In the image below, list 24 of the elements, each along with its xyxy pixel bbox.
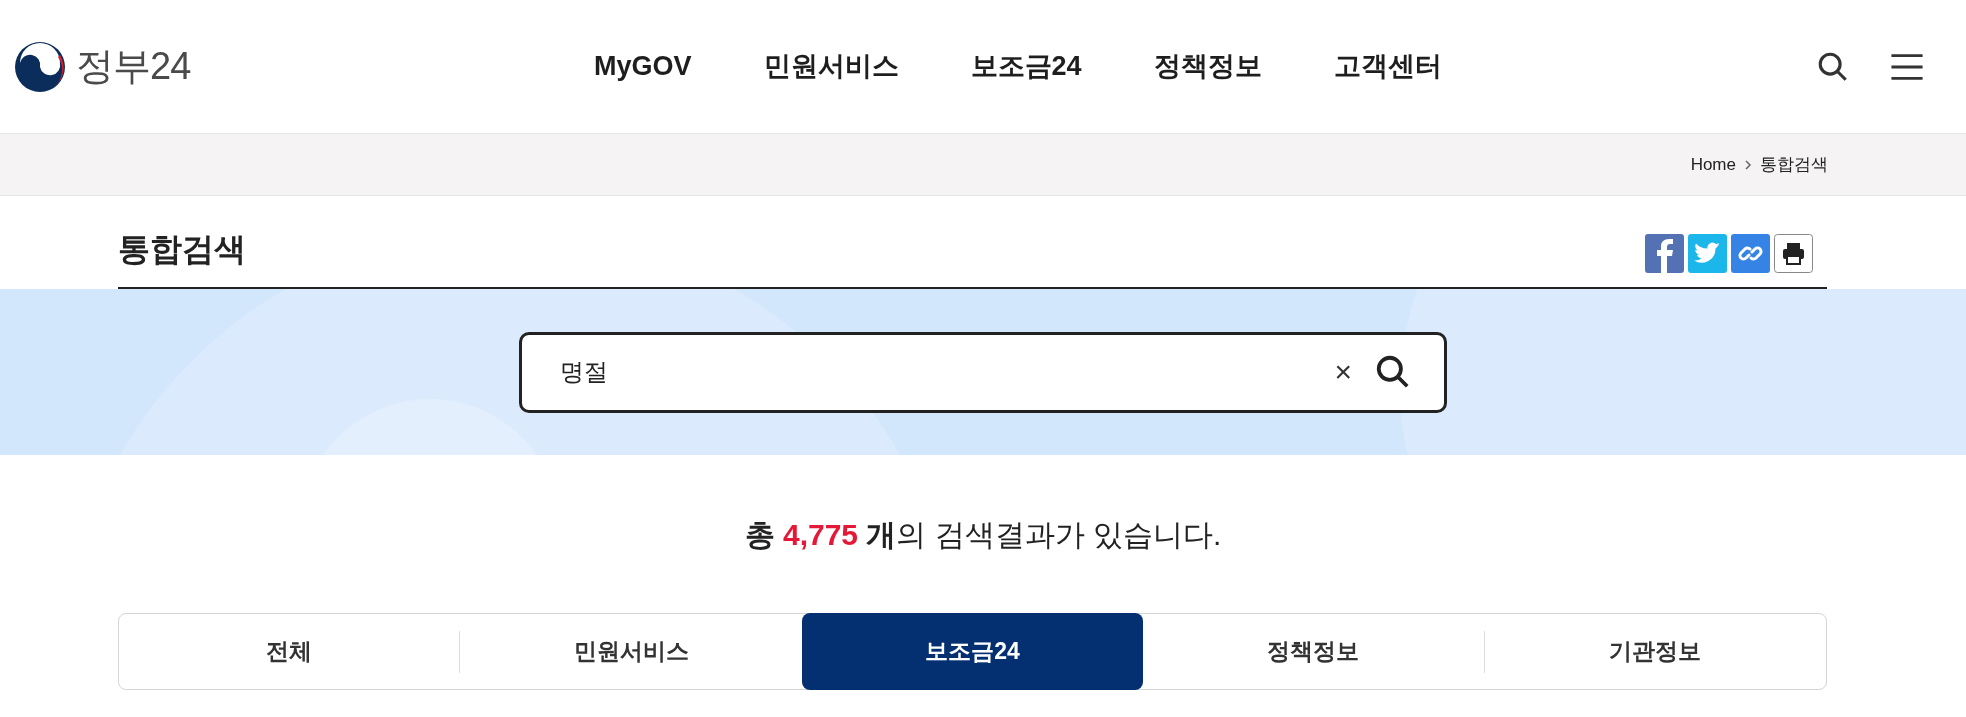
category-tab[interactable]: 기관정보 <box>1484 614 1827 689</box>
breadcrumb-link[interactable]: Home <box>1690 151 1736 178</box>
logo-text[interactable]: 정부24 <box>76 38 191 95</box>
menu-icon[interactable] <box>1890 51 1924 82</box>
category-tab[interactable]: 보조금24 <box>801 613 1144 690</box>
facebook-icon[interactable] <box>1645 234 1684 273</box>
search-field[interactable]: 명절 × <box>519 331 1447 413</box>
link-icon[interactable] <box>1731 234 1770 273</box>
chevron-right-icon <box>1744 158 1752 171</box>
print-icon[interactable] <box>1774 234 1813 273</box>
category-tab[interactable]: 전체 <box>119 614 460 689</box>
breadcrumb-current: 통합검색 <box>1760 153 1828 176</box>
nav-link[interactable]: MyGOV <box>594 46 692 87</box>
clear-button[interactable]: × <box>1334 357 1352 387</box>
category-tab[interactable]: 정책정보 <box>1143 614 1484 689</box>
nav-link[interactable]: 정책정보 <box>1153 46 1262 87</box>
nav-link[interactable]: 보조금24 <box>970 46 1082 87</box>
search-value: 명절 <box>560 357 608 387</box>
nav-link[interactable]: 민원서비스 <box>763 46 899 87</box>
result-summary: 총 4,775 개의 검색결과가 있습니다. <box>744 516 1222 553</box>
category-tab[interactable]: 민원서비스 <box>460 614 802 689</box>
logo-emblem-icon <box>14 40 66 93</box>
page-title: 통합검색 <box>118 230 246 269</box>
nav-link[interactable]: 고객센터 <box>1333 46 1442 87</box>
